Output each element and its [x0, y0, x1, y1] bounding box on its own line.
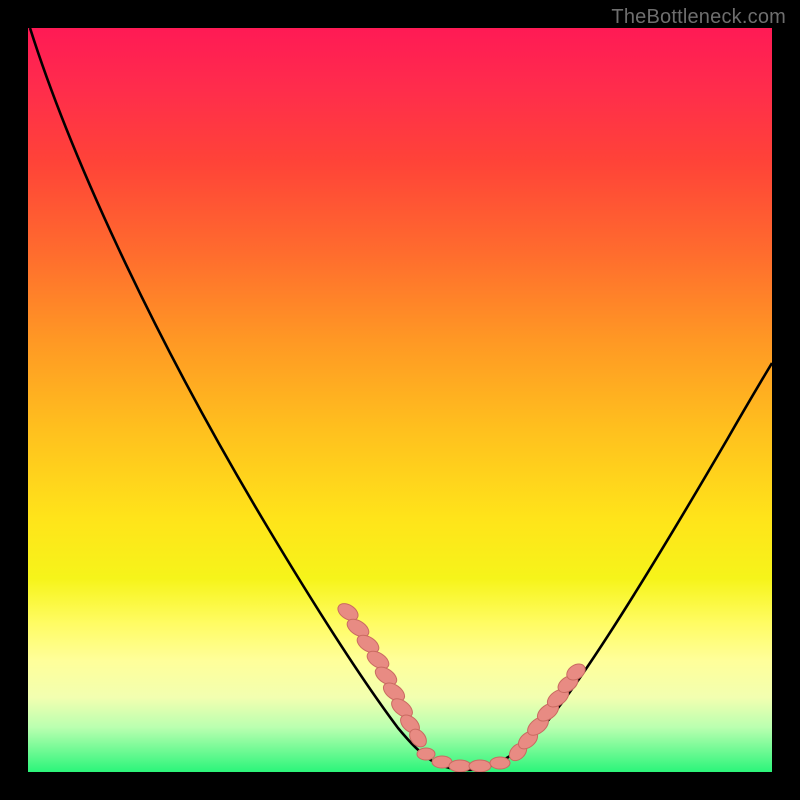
marker-cluster-right: [506, 661, 588, 764]
marker-cluster-floor: [417, 748, 510, 772]
bottleneck-curve-path: [30, 28, 772, 770]
bottleneck-chart: [28, 28, 772, 772]
curve-layer: [28, 28, 772, 772]
marker-cluster-left: [335, 600, 430, 750]
watermark-text: TheBottleneck.com: [611, 6, 786, 29]
